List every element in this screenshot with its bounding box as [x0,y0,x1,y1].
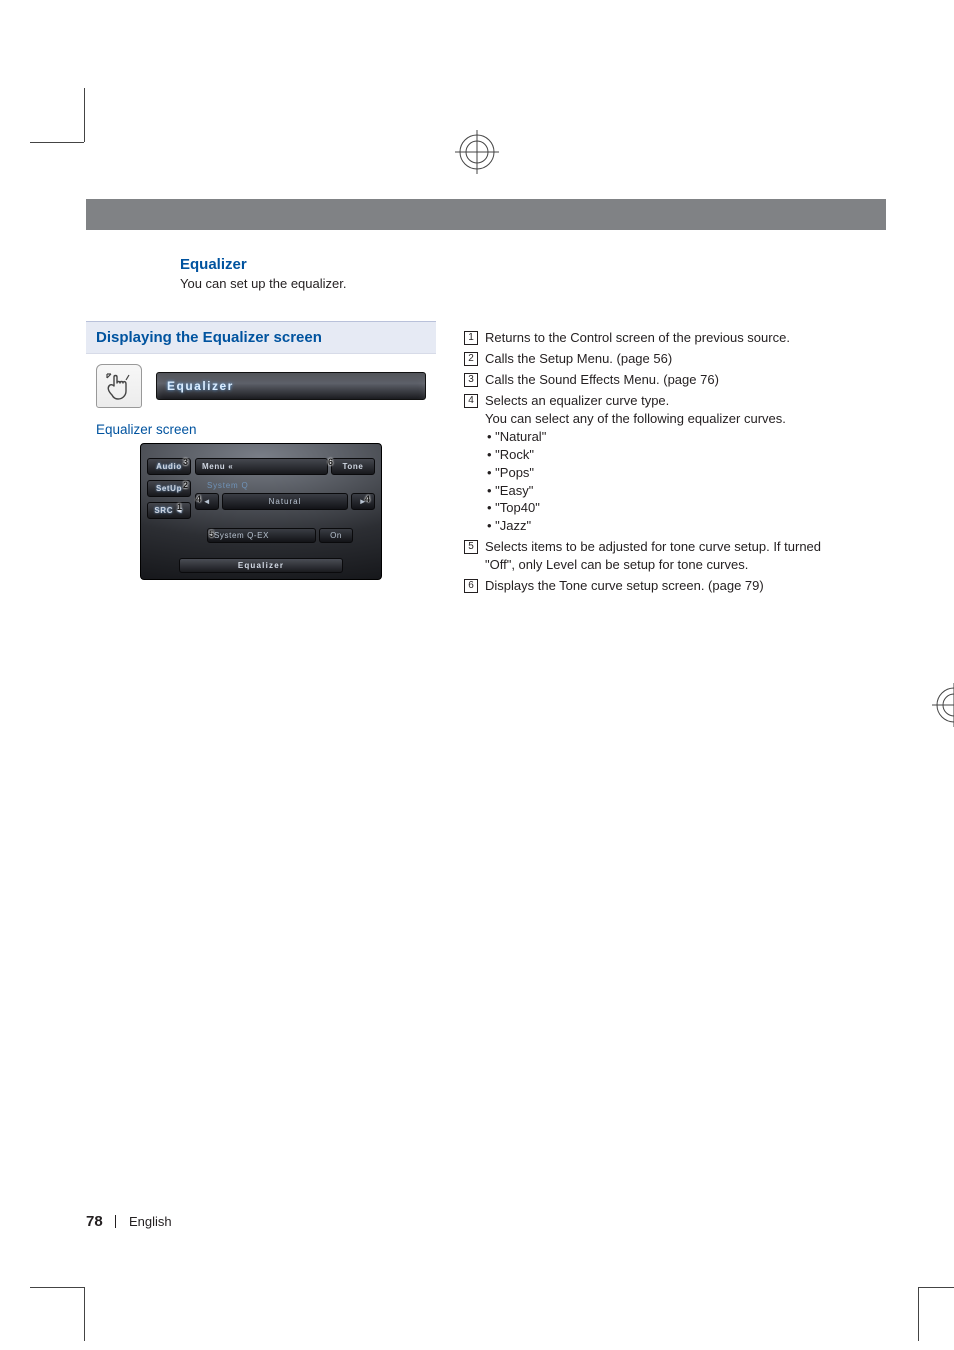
section-title: Equalizer [180,256,886,273]
callout-number-box: 2 [464,352,478,366]
touch-hand-icon [96,364,142,408]
system-qex-button[interactable]: System Q-EX [207,528,316,543]
callout-number-box: 1 [464,331,478,345]
equalizer-menu-button-label: Equalizer [167,379,234,393]
device-screen: Audio SetUp SRC◄ Menu « Tone System Q [140,443,382,580]
registration-mark-right [932,683,954,727]
callout-2: 2 [183,480,189,490]
callout-4-left: 4 [196,494,202,504]
description-item: 4 Selects an equalizer curve type.You can… [464,392,834,536]
page-footer: 78 English [86,1213,172,1230]
page-language: English [129,1214,172,1229]
callout-5: 5 [209,529,215,539]
description-text: Calls the Sound Effects Menu. (page 76) [485,371,834,389]
callout-3: 3 [183,457,189,467]
callout-number-box: 3 [464,373,478,387]
description-item: 5 Selects items to be adjusted for tone c… [464,538,834,574]
description-item: 3 Calls the Sound Effects Menu. (page 76) [464,371,834,389]
screen-footer-label: Equalizer [179,558,343,573]
callout-number-box: 6 [464,579,478,593]
crop-mark [30,142,84,143]
crop-mark [30,1287,84,1288]
box-heading: Displaying the Equalizer screen [86,321,436,353]
description-text: Selects an equalizer curve type.You can … [485,392,834,536]
side-button-src[interactable]: SRC◄ [147,502,191,519]
description-text: Returns to the Control screen of the pre… [485,329,834,347]
equalizer-menu-button[interactable]: Equalizer [156,372,426,400]
description-item: 6 Displays the Tone curve setup screen. (… [464,577,834,595]
description-item: 1 Returns to the Control screen of the pr… [464,329,834,347]
description-text: Selects items to be adjusted for tone cu… [485,538,834,574]
section-subtitle: You can set up the equalizer. [180,276,886,291]
header-banner [86,199,886,230]
menu-button[interactable]: Menu « [195,458,328,475]
system-qex-value: On [319,528,353,543]
description-text: Calls the Setup Menu. (page 56) [485,350,834,368]
curve-value: Natural [222,493,348,510]
crop-mark [918,1287,954,1288]
callout-number-box: 4 [464,394,478,408]
callout-number-box: 5 [464,540,478,554]
screen-caption: Equalizer screen [96,422,426,437]
registration-mark-top [455,130,499,174]
callout-6: 6 [328,457,334,467]
description-item: 2 Calls the Setup Menu. (page 56) [464,350,834,368]
system-q-label: System Q [207,481,249,490]
curve-next-button[interactable]: ► [351,493,375,510]
description-text: Displays the Tone curve setup screen. (p… [485,577,834,595]
tone-button[interactable]: Tone [331,458,375,475]
page-number: 78 [86,1213,103,1230]
callout-1: 1 [177,502,183,512]
callout-4-right: 4 [365,494,371,504]
